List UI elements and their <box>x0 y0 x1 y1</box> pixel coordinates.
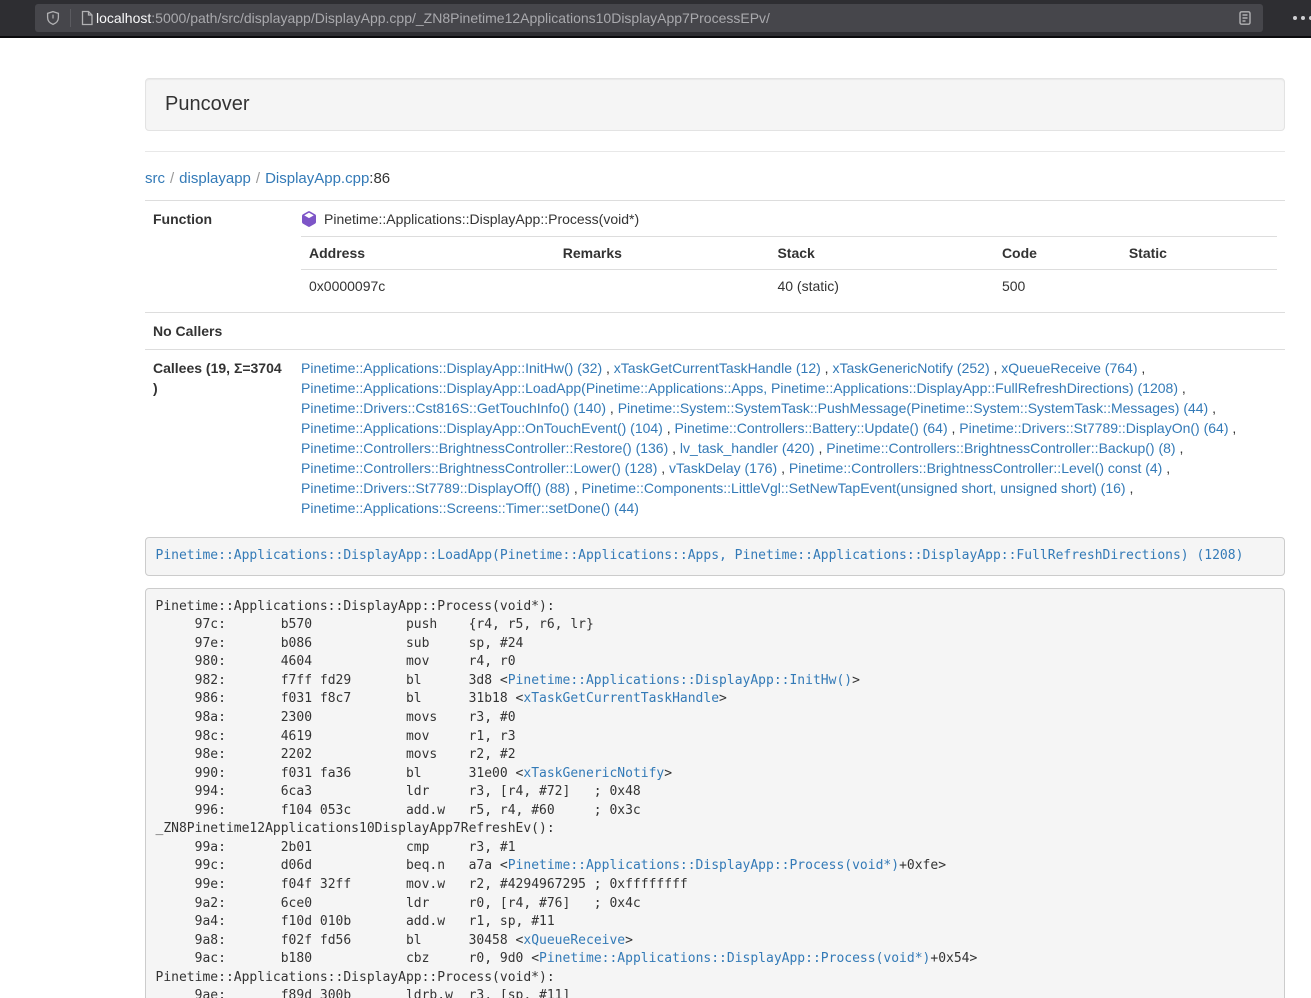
disassembly-listing: Pinetime::Applications::DisplayApp::Proc… <box>145 588 1285 998</box>
detail-header-row: Address Remarks Stack Code Static <box>301 237 1277 270</box>
callee-link[interactable]: xTaskGetCurrentTaskHandle (12) <box>614 360 821 376</box>
cell-address: 0x0000097c <box>301 270 555 305</box>
callee-link[interactable]: Pinetime::Drivers::St7789::DisplayOff() … <box>301 480 570 496</box>
disasm-line: 98a: 2300 movs r3, #0 <box>156 710 516 725</box>
breadcrumb-link-src[interactable]: src <box>145 170 165 187</box>
callee-link[interactable]: lv_task_handler (420) <box>680 440 815 456</box>
disasm-line: 996: f104 053c add.w r5, r4, #60 ; 0x3c <box>156 803 641 818</box>
column-header-code: Code <box>994 237 1121 270</box>
page-actions-menu-icon[interactable] <box>1289 10 1311 26</box>
loadapp-callee-link[interactable]: Pinetime::Applications::DisplayApp::Load… <box>156 548 1244 563</box>
callee-link[interactable]: Pinetime::Drivers::St7789::DisplayOn() (… <box>959 420 1228 436</box>
disasm-line: 9ac: b180 cbz r0, 9d0 <Pinetime::Applica… <box>156 951 978 966</box>
breadcrumb-link-file[interactable]: DisplayApp.cpp <box>265 170 369 187</box>
page-content: Puncover src/displayapp/DisplayApp.cpp:8… <box>145 38 1285 998</box>
no-callers-label: No Callers <box>145 313 293 350</box>
disasm-line: 990: f031 fa36 bl 31e00 <xTaskGenericNot… <box>156 766 673 781</box>
no-callers-row: No Callers <box>145 313 1285 350</box>
cell-stack: 40 (static) <box>769 270 993 305</box>
function-table: Function Pinetime::Applications::Display… <box>145 200 1285 526</box>
callees-list: Pinetime::Applications::DisplayApp::Init… <box>293 350 1285 527</box>
disasm-line: 97c: b570 push {r4, r5, r6, lr} <box>156 617 594 632</box>
function-name-line: Pinetime::Applications::DisplayApp::Proc… <box>301 209 1277 229</box>
callee-link[interactable]: Pinetime::Components::LittleVgl::SetNewT… <box>582 480 1126 496</box>
column-header-stack: Stack <box>769 237 993 270</box>
disasm-line: 982: f7ff fd29 bl 3d8 <Pinetime::Applica… <box>156 673 860 688</box>
callee-link[interactable]: xTaskGenericNotify (252) <box>832 360 989 376</box>
function-row-content: Pinetime::Applications::DisplayApp::Proc… <box>293 201 1285 313</box>
function-detail-table: Address Remarks Stack Code Static 0x0000… <box>301 236 1277 304</box>
callee-link[interactable]: xQueueReceive (764) <box>1001 360 1137 376</box>
page-info-icon[interactable] <box>80 10 94 26</box>
disasm-line: Pinetime::Applications::DisplayApp::Proc… <box>156 599 555 614</box>
function-row-label: Function <box>145 201 293 313</box>
callee-link[interactable]: Pinetime::System::SystemTask::PushMessag… <box>618 400 1209 416</box>
disasm-line: 9ae: f89d 300b ldrb.w r3, [sp, #11] <box>156 988 571 998</box>
urlbar-divider <box>70 9 71 27</box>
disasm-line: 99a: 2b01 cmp r3, #1 <box>156 840 516 855</box>
callee-link[interactable]: Pinetime::Controllers::BrightnessControl… <box>826 440 1175 456</box>
column-header-remarks: Remarks <box>555 237 770 270</box>
page-title: Puncover <box>165 93 250 115</box>
callees-row: Callees (19, Σ=3704 ) Pinetime::Applicat… <box>145 350 1285 527</box>
browser-toolbar: localhost:5000/path/src/displayapp/Displ… <box>0 0 1311 36</box>
breadcrumb-line-number: :86 <box>369 170 390 187</box>
breadcrumb-link-displayapp[interactable]: displayapp <box>179 170 251 187</box>
disasm-symbol-link[interactable]: Pinetime::Applications::DisplayApp::Proc… <box>508 858 899 873</box>
disasm-line: _ZN8Pinetime12Applications10DisplayApp7R… <box>156 821 555 836</box>
callee-link[interactable]: vTaskDelay (176) <box>669 460 777 476</box>
disasm-symbol-link[interactable]: xQueueReceive <box>523 933 625 948</box>
cell-static <box>1121 270 1277 305</box>
disasm-symbol-link[interactable]: xTaskGenericNotify <box>523 766 664 781</box>
url-bar[interactable]: localhost:5000/path/src/displayapp/Displ… <box>35 4 1263 32</box>
disasm-symbol-link[interactable]: Pinetime::Applications::DisplayApp::Proc… <box>539 951 930 966</box>
disasm-line: 99e: f04f 32ff mov.w r2, #4294967295 ; 0… <box>156 877 688 892</box>
callees-label: Callees (19, Σ=3704 ) <box>145 350 293 527</box>
disasm-symbol-link[interactable]: xTaskGetCurrentTaskHandle <box>523 691 719 706</box>
disasm-line: 994: 6ca3 ldr r3, [r4, #72] ; 0x48 <box>156 784 641 799</box>
symbol-cube-icon <box>301 211 317 227</box>
disasm-symbol-link[interactable]: Pinetime::Applications::DisplayApp::Init… <box>508 673 852 688</box>
url-path: :5000/path/src/displayapp/DisplayApp.cpp… <box>151 10 770 26</box>
url-text: localhost:5000/path/src/displayapp/Displ… <box>96 10 1237 26</box>
disasm-line: 98e: 2202 movs r2, #2 <box>156 747 516 762</box>
callee-link[interactable]: Pinetime::Drivers::Cst816S::GetTouchInfo… <box>301 400 606 416</box>
breadcrumb: src/displayapp/DisplayApp.cpp:86 <box>145 170 1285 187</box>
disasm-line: 986: f031 f8c7 bl 31b18 <xTaskGetCurrent… <box>156 691 727 706</box>
callee-link[interactable]: Pinetime::Applications::DisplayApp::Load… <box>301 380 1178 396</box>
reader-mode-icon[interactable] <box>1237 10 1253 26</box>
callee-link[interactable]: Pinetime::Controllers::BrightnessControl… <box>301 440 668 456</box>
disasm-line: 9a2: 6ce0 ldr r0, [r4, #76] ; 0x4c <box>156 896 641 911</box>
detail-value-row: 0x0000097c 40 (static) 500 <box>301 270 1277 305</box>
disasm-line: Pinetime::Applications::DisplayApp::Proc… <box>156 970 555 985</box>
highlighted-callee-box: Pinetime::Applications::DisplayApp::Load… <box>145 537 1285 576</box>
cell-remarks <box>555 270 770 305</box>
column-header-static: Static <box>1121 237 1277 270</box>
disasm-line: 9a4: f10d 010b add.w r1, sp, #11 <box>156 914 555 929</box>
disasm-line: 97e: b086 sub sp, #24 <box>156 636 524 651</box>
column-header-address: Address <box>301 237 555 270</box>
callee-link[interactable]: Pinetime::Controllers::BrightnessControl… <box>789 460 1162 476</box>
breadcrumb-separator: / <box>165 170 179 187</box>
function-name: Pinetime::Applications::DisplayApp::Proc… <box>324 209 639 229</box>
disasm-line: 9a8: f02f fd56 bl 30458 <xQueueReceive> <box>156 933 633 948</box>
callee-link[interactable]: Pinetime::Controllers::BrightnessControl… <box>301 460 657 476</box>
disasm-line: 99c: d06d beq.n a7a <Pinetime::Applicati… <box>156 858 947 873</box>
disasm-line: 980: 4604 mov r4, r0 <box>156 654 516 669</box>
cell-code: 500 <box>994 270 1121 305</box>
callee-link[interactable]: Pinetime::Controllers::Battery::Update()… <box>675 420 948 436</box>
divider <box>145 151 1285 152</box>
tracking-protection-shield-icon[interactable] <box>45 10 61 26</box>
disasm-line: 98c: 4619 mov r1, r3 <box>156 729 516 744</box>
url-host: localhost <box>96 10 151 26</box>
callee-link[interactable]: Pinetime::Applications::DisplayApp::OnTo… <box>301 420 663 436</box>
app-title-panel: Puncover <box>145 78 1285 131</box>
breadcrumb-separator: / <box>251 170 265 187</box>
no-callers-content <box>293 313 1285 350</box>
function-row: Function Pinetime::Applications::Display… <box>145 201 1285 313</box>
callee-link[interactable]: Pinetime::Applications::Screens::Timer::… <box>301 500 639 516</box>
callee-link[interactable]: Pinetime::Applications::DisplayApp::Init… <box>301 360 602 376</box>
